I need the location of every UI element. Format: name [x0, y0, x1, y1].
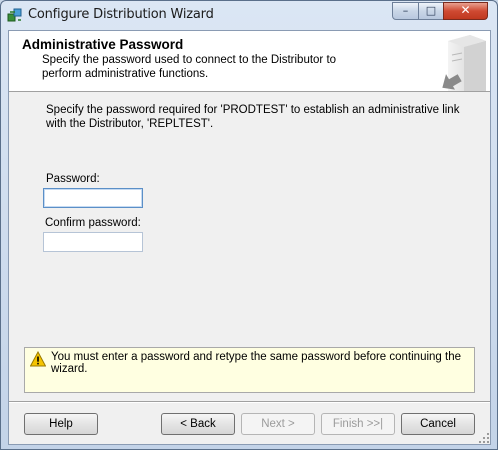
close-icon: ✕ [460, 3, 471, 17]
maximize-button[interactable]: □ [418, 2, 444, 20]
page-title: Administrative Password [22, 37, 184, 52]
close-button[interactable]: ✕ [443, 2, 488, 20]
maximize-icon: □ [425, 4, 437, 17]
warning-icon [30, 351, 46, 367]
button-separator [9, 401, 490, 403]
intro-text: Specify the password required for 'PRODT… [46, 104, 460, 130]
help-button[interactable]: Help [24, 413, 98, 435]
next-button[interactable]: Next > [241, 413, 315, 435]
warning-box: You must enter a password and retype the… [24, 347, 475, 393]
minimize-icon: – [402, 4, 409, 17]
page-subtitle: Specify the password used to connect to … [42, 54, 337, 80]
password-label: Password: [46, 173, 100, 185]
resize-grip-icon[interactable] [479, 433, 489, 443]
confirm-password-field[interactable] [43, 232, 143, 252]
wizard-client-area: Administrative Password Specify the pass… [8, 30, 491, 445]
back-button[interactable]: < Back [161, 413, 235, 435]
password-field[interactable] [43, 188, 143, 208]
minimize-button[interactable]: – [392, 2, 419, 20]
cancel-button[interactable]: Cancel [401, 413, 475, 435]
wizard-window: Configure Distribution Wizard – □ ✕ Admi… [0, 0, 498, 450]
wizard-app-icon [7, 8, 22, 22]
server-icon [442, 35, 486, 91]
finish-button[interactable]: Finish >>| [321, 413, 395, 435]
confirm-password-label: Confirm password: [45, 217, 141, 229]
warning-text: You must enter a password and retype the… [51, 351, 461, 375]
wizard-header: Administrative Password Specify the pass… [9, 31, 490, 92]
title-bar[interactable]: Configure Distribution Wizard – □ ✕ [1, 1, 497, 29]
window-title: Configure Distribution Wizard [28, 7, 214, 22]
